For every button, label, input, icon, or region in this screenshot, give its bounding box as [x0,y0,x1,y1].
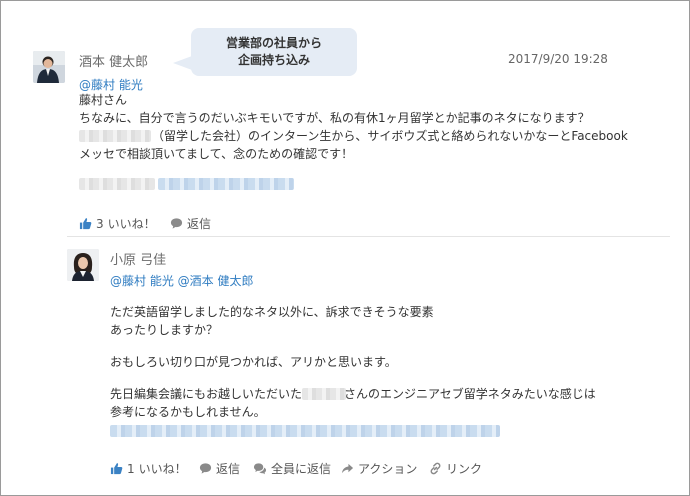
reply-mentions[interactable]: @藤村 能光 @酒本 健太郎 [110,272,253,289]
post-author-name[interactable]: 酒本 健太郎 [79,51,148,70]
reply-body-line-3: おもしろい切り口が見つかれば、アリかと思います。 [110,355,397,369]
post-body-line-3: （留学した会社）のインターン生から、サイボウズ式と絡められないかなーとFaceb… [152,129,628,143]
annotation-tail [173,56,192,70]
annotation-line-2: 企画持ち込み [237,53,310,67]
avatar-woman-icon [67,249,99,281]
post-like-count: 3 [96,216,104,231]
post-reply-label: 返信 [187,217,212,231]
action-menu-button[interactable]: アクション [341,460,417,477]
redacted-link[interactable] [158,178,294,190]
redacted-text [79,178,155,190]
post-reply-button[interactable]: 返信 [170,215,211,232]
annotation-line-1: 営業部の社員から [225,36,322,50]
speech-bubble-icon [170,218,183,229]
reply-author-name[interactable]: 小原 弓佳 [110,249,166,268]
redacted-text [79,130,151,142]
link-button[interactable]: リンク [429,460,482,477]
avatar[interactable] [33,51,65,83]
reply-body-line-5: 参考になるかもしれません。 [110,405,266,419]
post-timestamp: 2017/9/20 19:28 [508,52,608,66]
reply-body-line-2: あったりしますか？ [110,323,219,337]
speech-bubbles-icon [253,463,267,475]
post-body-line-1: 藤村さん [79,93,128,107]
reply-all-label: 全員に返信 [271,462,332,476]
annotation-bubble: 営業部の社員から 企画持ち込み [191,28,357,76]
share-arrow-icon [341,463,354,474]
reply-reply-button[interactable]: 返信 [199,460,240,477]
speech-bubble-icon [199,463,212,474]
post-body-line-4: メッセで相談頂いてまして、念のための確認です！ [79,147,354,161]
reply-like-label: いいね！ [138,462,187,476]
reply-reply-label: 返信 [216,462,241,476]
avatar[interactable] [67,249,99,281]
reply-all-button[interactable]: 全員に返信 [253,460,331,477]
reply-like-button[interactable]: 1 いいね！ [110,460,187,477]
reply-body-line-1: ただ英語留学しました的なネタ以外に、訴求できそうな要素 [110,305,434,319]
post-like-button[interactable]: 3 いいね！ [79,215,156,232]
divider [67,236,670,237]
redacted-link[interactable] [110,425,500,437]
thumbs-up-icon [79,218,92,230]
reply-body-line-4a: 先日編集会議にもお越しいただいた [110,387,303,401]
post-like-label: いいね！ [107,217,156,231]
link-icon [430,462,441,475]
reply-body-line-4b: さんのエンジニアセブ留学ネタみたいな感じは [344,387,596,401]
avatar-man-icon [33,51,65,83]
reply-like-count: 1 [127,461,135,476]
action-label: アクション [358,462,418,476]
thumbs-up-icon [110,463,123,475]
post-body-line-2: ちなみに、自分で言うのだいぶキモいですが、私の有休1ヶ月留学とか記事のネタになり… [79,111,590,125]
redacted-text [302,388,346,400]
link-label: リンク [446,462,483,476]
